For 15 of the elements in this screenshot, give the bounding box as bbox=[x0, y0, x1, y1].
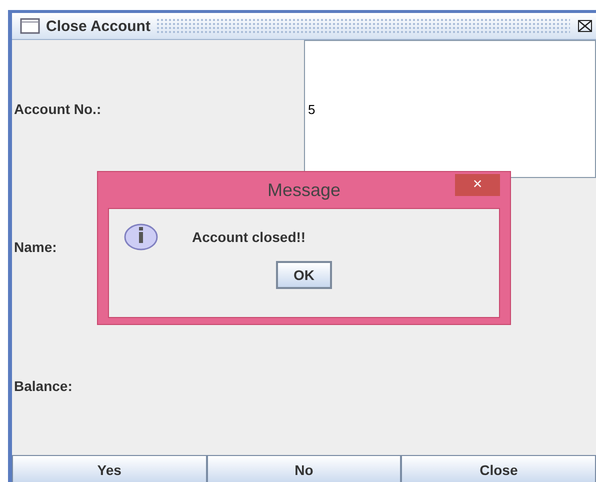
field-label: Name: bbox=[13, 239, 58, 256]
close-button[interactable] bbox=[576, 18, 594, 34]
close-button[interactable]: × bbox=[455, 174, 500, 196]
window-icon bbox=[20, 18, 40, 34]
ok-button[interactable]: OK bbox=[276, 261, 332, 289]
dialog-button[interactable]: Yes bbox=[12, 455, 207, 482]
window-title: Close Account bbox=[46, 18, 150, 34]
dialog-message: Account closed!! bbox=[192, 229, 306, 245]
dialog-title: Message bbox=[267, 180, 341, 200]
field-label: Balance: bbox=[13, 378, 74, 394]
dialog-button[interactable]: Close bbox=[401, 455, 596, 482]
dialog-button[interactable]: No bbox=[206, 455, 402, 482]
info-icon bbox=[124, 223, 158, 251]
value-field[interactable]: 5 bbox=[304, 40, 596, 178]
field-label: Account No.: bbox=[13, 101, 102, 118]
